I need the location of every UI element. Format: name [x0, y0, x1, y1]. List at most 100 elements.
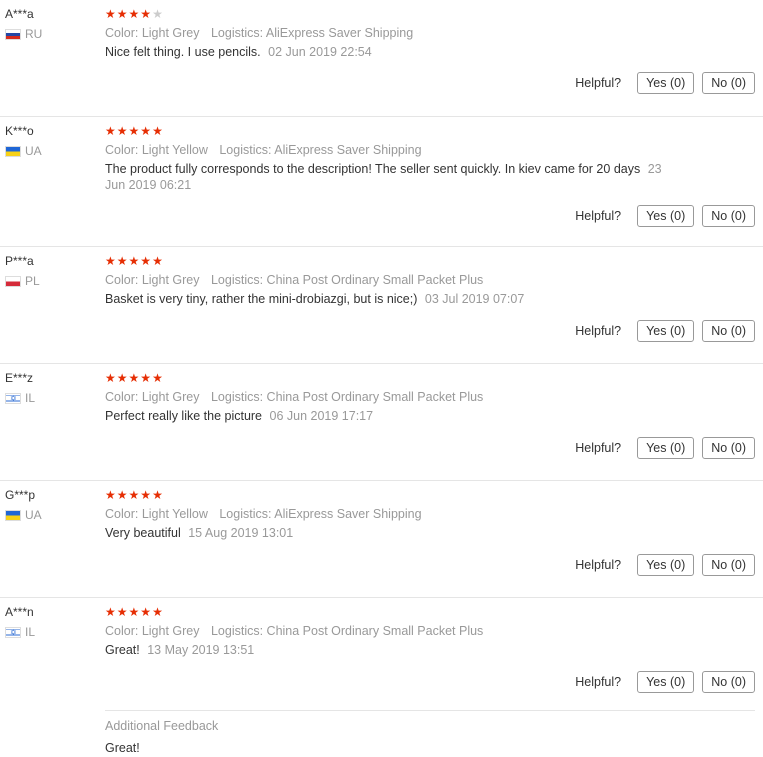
additional-feedback-title: Additional Feedback [105, 719, 219, 733]
review-date: 15 Aug 2019 13:01 [188, 526, 294, 540]
reviewer-info: A***n IL [5, 604, 100, 641]
review-meta: Color: Light Grey Logistics: AliExpress … [105, 24, 755, 42]
star-icon: ★ [152, 605, 164, 619]
review-meta: Color: Light Grey Logistics: China Post … [105, 388, 755, 406]
star-icon: ★ [152, 124, 164, 138]
reviewer-country: IL [5, 390, 100, 407]
helpful-no-button[interactable]: No (0) [702, 320, 755, 342]
israel-flag-icon [5, 391, 21, 407]
review-body: Basket is very tiny, rather the mini-dro… [105, 292, 418, 306]
star-icon: ★ [105, 605, 117, 619]
logistics-info: Logistics: AliExpress Saver Shipping [210, 26, 414, 40]
ukraine-flag-icon [5, 145, 21, 157]
review-item: A***n IL ★★★★★ Color: Light Grey Logisti… [0, 598, 763, 755]
review-content: ★★★★★ Color: Light Grey Logistics: China… [105, 253, 755, 307]
review-date: 06 Jun 2019 17:17 [269, 409, 374, 423]
star-icon: ★ [152, 488, 164, 502]
helpful-no-button[interactable]: No (0) [702, 437, 755, 459]
star-empty-icon: ★ [152, 7, 164, 21]
reviewer-name: A***n [5, 605, 34, 619]
logistics-info: Logistics: China Post Ordinary Small Pac… [210, 624, 484, 638]
review-text: Great! 13 May 2019 13:51 [105, 642, 670, 658]
reviewer-info: G***p UA [5, 487, 100, 523]
star-icon: ★ [105, 7, 117, 21]
helpful-no-button[interactable]: No (0) [702, 205, 755, 227]
product-color: Color: Light Yellow [105, 143, 208, 157]
review-item: G***p UA ★★★★★ Color: Light Yellow Logis… [0, 481, 763, 598]
review-date: 13 May 2019 13:51 [147, 643, 255, 657]
star-icon: ★ [105, 488, 117, 502]
reviewer-info: K***o UA [5, 123, 100, 159]
star-rating: ★★★★★ [105, 487, 755, 505]
review-item: P***a PL ★★★★★ Color: Light Grey Logisti… [0, 247, 763, 364]
review-body: Very beautiful [105, 526, 181, 540]
logistics-info: Logistics: China Post Ordinary Small Pac… [210, 390, 484, 404]
star-icon: ★ [128, 254, 141, 268]
review-content: ★★★★★ Color: Light Yellow Logistics: Ali… [105, 123, 755, 193]
star-rating: ★★★★★ [105, 253, 755, 271]
helpful-row: Helpful? Yes (0) No (0) [575, 72, 755, 94]
helpful-row: Helpful? Yes (0) No (0) [575, 320, 755, 342]
country-code: UA [25, 144, 42, 158]
reviewer-name: E***z [5, 371, 34, 385]
star-icon: ★ [140, 605, 153, 619]
additional-feedback-text: Great! [105, 741, 140, 755]
helpful-label: Helpful? [575, 441, 622, 455]
star-icon: ★ [128, 124, 141, 138]
helpful-no-button[interactable]: No (0) [702, 554, 755, 576]
star-icon: ★ [105, 371, 117, 385]
reviewer-name: K***o [5, 124, 34, 138]
review-item: E***z IL ★★★★★ Color: Light Grey Logisti… [0, 364, 763, 481]
helpful-yes-button[interactable]: Yes (0) [637, 437, 695, 459]
helpful-yes-button[interactable]: Yes (0) [637, 554, 695, 576]
helpful-yes-button[interactable]: Yes (0) [637, 205, 695, 227]
review-text: Perfect really like the picture 06 Jun 2… [105, 408, 670, 424]
helpful-row: Helpful? Yes (0) No (0) [575, 554, 755, 576]
helpful-no-button[interactable]: No (0) [702, 671, 755, 693]
star-rating: ★★★★★ [105, 123, 755, 141]
helpful-label: Helpful? [575, 675, 622, 689]
country-code: UA [25, 508, 42, 522]
review-content: ★★★★★ Color: Light Grey Logistics: China… [105, 604, 755, 658]
reviewer-country: IL [5, 624, 100, 641]
star-icon: ★ [152, 254, 164, 268]
reviewer-name: G***p [5, 488, 36, 502]
review-meta: Color: Light Grey Logistics: China Post … [105, 271, 755, 289]
star-rating: ★★★★★ [105, 604, 755, 622]
review-body: The product fully corresponds to the des… [105, 162, 641, 176]
helpful-label: Helpful? [575, 558, 622, 572]
helpful-yes-button[interactable]: Yes (0) [637, 320, 695, 342]
review-item: K***o UA ★★★★★ Color: Light Yellow Logis… [0, 117, 763, 247]
israel-flag-icon [5, 625, 21, 641]
review-meta: Color: Light Yellow Logistics: AliExpres… [105, 141, 755, 159]
feedback-list: A***a RU ★★★★★ Color: Light Grey Logisti… [0, 0, 763, 755]
logistics-info: Logistics: AliExpress Saver Shipping [219, 507, 422, 521]
country-code: IL [25, 625, 36, 639]
star-icon: ★ [116, 7, 129, 21]
review-meta: Color: Light Grey Logistics: China Post … [105, 622, 755, 640]
review-body: Nice felt thing. I use pencils. [105, 45, 261, 59]
helpful-no-button[interactable]: No (0) [702, 72, 755, 94]
reviewer-country: PL [5, 273, 100, 289]
star-icon: ★ [105, 254, 117, 268]
helpful-label: Helpful? [575, 76, 622, 90]
ukraine-flag-icon [5, 509, 21, 521]
star-icon: ★ [116, 371, 129, 385]
russia-flag-icon [5, 28, 21, 40]
star-rating: ★★★★★ [105, 6, 755, 24]
review-body: Perfect really like the picture [105, 409, 263, 423]
review-content: ★★★★★ Color: Light Grey Logistics: China… [105, 370, 755, 424]
reviewer-name: P***a [5, 254, 34, 268]
helpful-row: Helpful? Yes (0) No (0) [575, 205, 755, 227]
country-code: PL [25, 274, 40, 288]
helpful-yes-button[interactable]: Yes (0) [637, 72, 695, 94]
reviewer-info: P***a PL [5, 253, 100, 289]
star-icon: ★ [105, 124, 117, 138]
logistics-info: Logistics: AliExpress Saver Shipping [219, 143, 422, 157]
star-icon: ★ [140, 488, 153, 502]
review-content: ★★★★★ Color: Light Grey Logistics: AliEx… [105, 6, 755, 60]
helpful-yes-button[interactable]: Yes (0) [637, 671, 695, 693]
country-code: RU [25, 27, 43, 41]
reviewer-country: RU [5, 26, 100, 42]
review-text: The product fully corresponds to the des… [105, 161, 670, 193]
